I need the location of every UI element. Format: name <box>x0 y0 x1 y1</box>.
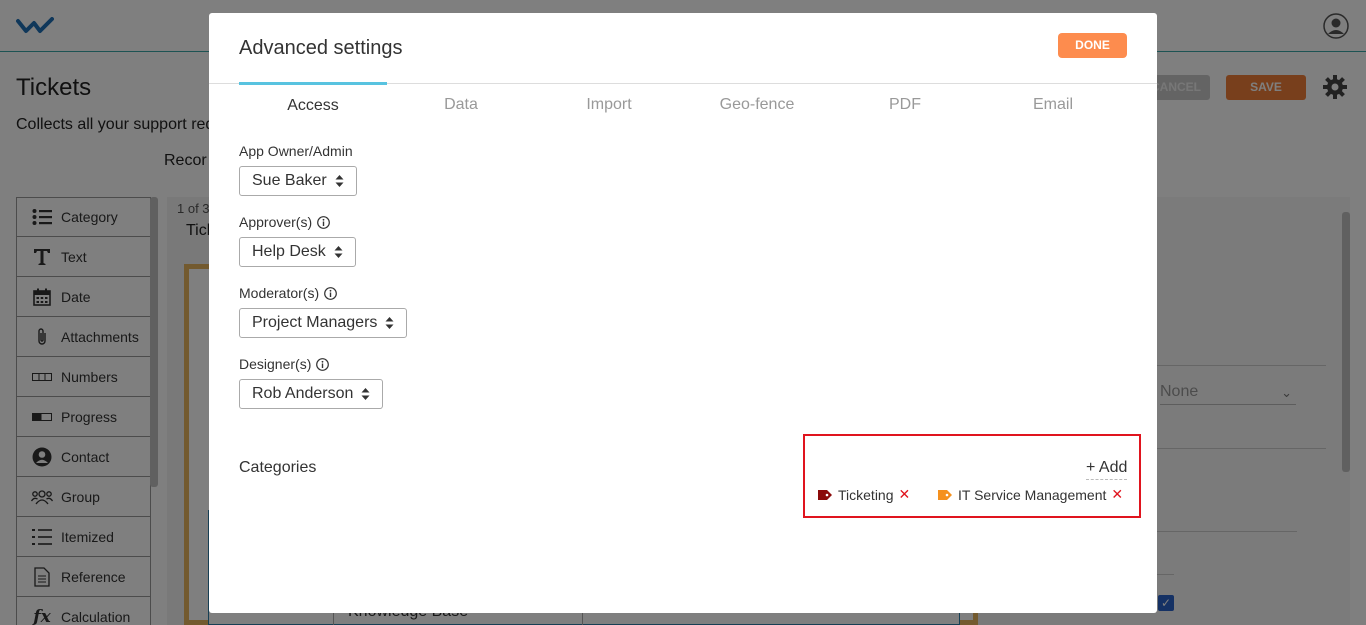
approver-label-text: Approver(s) <box>239 214 313 230</box>
category-chip-label: IT Service Management <box>958 486 1107 503</box>
sort-arrows-icon <box>334 246 343 258</box>
designer-select[interactable]: Rob Anderson <box>239 379 384 409</box>
modal-title: Advanced settings <box>239 37 403 59</box>
add-category-button[interactable]: + Add <box>1086 459 1128 480</box>
moderator-select[interactable]: Project Managers <box>239 308 408 338</box>
tab-import[interactable]: Import <box>535 96 683 114</box>
approver-select-value: Help Desk <box>252 243 326 260</box>
info-icon[interactable] <box>316 357 330 371</box>
tab-access[interactable]: Access <box>239 97 387 115</box>
active-tab-indicator <box>239 82 387 85</box>
moderator-label: Moderator(s) <box>239 285 338 301</box>
owner-label: App Owner/Admin <box>239 143 353 159</box>
designer-label: Designer(s) <box>239 356 330 372</box>
designer-label-text: Designer(s) <box>239 356 312 372</box>
sort-arrows-icon <box>361 388 370 400</box>
designer-select-value: Rob Anderson <box>252 385 354 402</box>
close-icon[interactable]: ✕ <box>899 486 911 503</box>
tag-icon <box>818 489 832 500</box>
moderator-label-text: Moderator(s) <box>239 285 320 301</box>
done-button[interactable]: DONE <box>1058 33 1127 58</box>
moderator-select-value: Project Managers <box>252 314 378 331</box>
owner-label-text: App Owner/Admin <box>239 143 353 159</box>
tab-data[interactable]: Data <box>387 96 535 114</box>
categories-label: Categories <box>239 459 317 476</box>
close-icon[interactable]: ✕ <box>1111 486 1123 503</box>
category-chip-label: Ticketing <box>838 486 894 503</box>
info-icon[interactable] <box>317 215 331 229</box>
category-chip[interactable]: Ticketing ✕ <box>818 486 910 503</box>
tab-email[interactable]: Email <box>979 96 1127 114</box>
owner-select-value: Sue Baker <box>252 172 327 189</box>
approver-label: Approver(s) <box>239 214 331 230</box>
advanced-settings-modal: Advanced settings DONE Access Data Impor… <box>209 13 1157 613</box>
sort-arrows-icon <box>385 317 394 329</box>
tab-geo-fence[interactable]: Geo-fence <box>683 96 831 114</box>
tab-pdf[interactable]: PDF <box>831 96 979 114</box>
owner-select[interactable]: Sue Baker <box>239 166 357 196</box>
approver-select[interactable]: Help Desk <box>239 237 356 267</box>
sort-arrows-icon <box>335 175 344 187</box>
info-icon[interactable] <box>324 286 338 300</box>
category-chip[interactable]: IT Service Management ✕ <box>938 486 1123 503</box>
tag-icon <box>938 489 952 500</box>
